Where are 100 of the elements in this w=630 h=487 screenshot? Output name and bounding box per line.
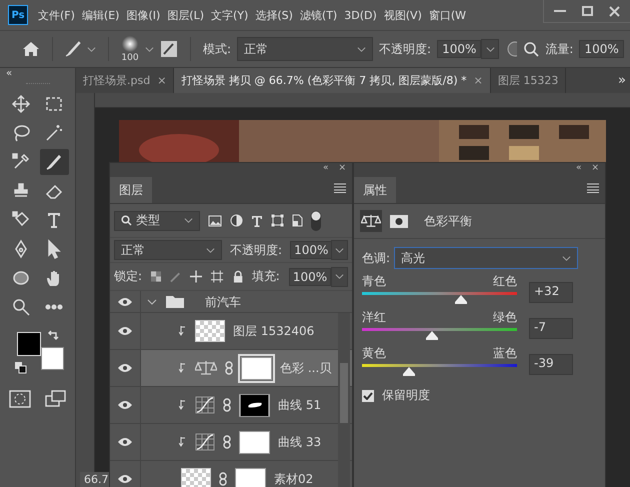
checkbox-label: 保留明度 bbox=[382, 387, 430, 404]
value-field[interactable]: -39 bbox=[529, 354, 573, 374]
screen-mode-icon[interactable] bbox=[44, 390, 66, 408]
expand-caret-icon[interactable] bbox=[147, 298, 157, 306]
caret-icon[interactable] bbox=[87, 46, 96, 52]
menu-item[interactable]: 文件(F) bbox=[38, 8, 75, 22]
layer-thumbnail bbox=[181, 468, 211, 487]
close-button[interactable]: × bbox=[591, 163, 599, 173]
more-icon bbox=[45, 304, 63, 310]
mode-dropdown[interactable]: 正常 bbox=[237, 37, 374, 61]
brush-tip-icon[interactable] bbox=[121, 35, 139, 53]
lock-position-icon[interactable] bbox=[190, 270, 202, 283]
layer-row[interactable]: 色彩 ...贝 bbox=[110, 350, 352, 387]
value-field[interactable]: -7 bbox=[529, 318, 573, 338]
visibility-icon[interactable] bbox=[117, 363, 133, 373]
layer-row[interactable]: 曲线 33 bbox=[110, 424, 352, 461]
visibility-icon[interactable] bbox=[117, 296, 133, 306]
tab-close-button[interactable]: × bbox=[474, 74, 483, 87]
search-icon bbox=[121, 215, 132, 226]
slider-thumb[interactable] bbox=[455, 295, 468, 304]
tool-button[interactable] bbox=[40, 149, 68, 175]
home-icon[interactable] bbox=[22, 41, 40, 57]
close-icon[interactable] bbox=[609, 6, 620, 16]
menu-icon[interactable] bbox=[587, 183, 599, 193]
brush-settings-icon[interactable] bbox=[160, 40, 178, 58]
menu-item[interactable]: 图像(I) bbox=[126, 8, 160, 22]
shape-filter-icon[interactable] bbox=[271, 214, 284, 227]
menu-icon[interactable] bbox=[334, 183, 346, 193]
menu-item[interactable]: 文字(Y) bbox=[211, 8, 248, 22]
lock-pixels-icon[interactable] bbox=[151, 271, 162, 282]
layer-name: 素材02 bbox=[274, 470, 314, 487]
panel-tab[interactable]: 属性 bbox=[354, 177, 396, 203]
caret-icon bbox=[357, 46, 366, 52]
layer-row[interactable]: 图层 1532406 bbox=[110, 313, 352, 350]
filter-toggle[interactable] bbox=[311, 210, 321, 230]
link-icon[interactable] bbox=[223, 435, 231, 449]
scrollbar[interactable] bbox=[338, 313, 350, 487]
menu-item[interactable]: 3D(D) bbox=[344, 8, 377, 22]
visibility-icon[interactable] bbox=[117, 474, 133, 484]
caret-icon[interactable] bbox=[145, 46, 154, 52]
default-colors-icon[interactable] bbox=[14, 362, 26, 374]
visibility-icon[interactable] bbox=[117, 326, 133, 336]
link-icon[interactable] bbox=[223, 398, 231, 412]
mask-thumbnail[interactable] bbox=[239, 430, 270, 454]
opacity-dropdown[interactable] bbox=[331, 240, 348, 260]
quick-mask-icon[interactable] bbox=[8, 390, 30, 408]
menu-item[interactable]: 图层(L) bbox=[167, 8, 204, 22]
layer-row[interactable]: 曲线 51 bbox=[110, 387, 352, 424]
blend-mode-dropdown[interactable]: 正常 bbox=[114, 240, 222, 260]
airbrush-icon[interactable] bbox=[505, 41, 518, 57]
opacity-field[interactable]: 100% bbox=[290, 241, 332, 259]
opacity-field[interactable]: 100% bbox=[437, 40, 482, 58]
curves-icon bbox=[195, 396, 215, 414]
document-tab[interactable]: 打怪场景 拷贝 @ 66.7% (色彩平衡 7 拷贝, 图层蒙版/8) * × bbox=[174, 68, 491, 93]
foreground-color-swatch[interactable] bbox=[16, 332, 40, 356]
fill-dropdown[interactable] bbox=[331, 266, 348, 286]
filter-dropdown[interactable]: 类型 bbox=[114, 210, 200, 230]
layer-name: 前汽车 bbox=[205, 294, 241, 310]
layer-row[interactable]: 前汽车 bbox=[110, 291, 352, 313]
link-icon[interactable] bbox=[219, 472, 227, 486]
visibility-icon[interactable] bbox=[117, 437, 133, 447]
menu-item[interactable]: 选择(S) bbox=[255, 8, 293, 22]
menu-item[interactable]: 滤镜(T) bbox=[300, 8, 338, 22]
slider-thumb[interactable] bbox=[426, 331, 438, 340]
image-filter-icon[interactable] bbox=[208, 214, 222, 226]
brush-icon[interactable] bbox=[65, 41, 81, 57]
checkbox[interactable] bbox=[362, 390, 374, 402]
close-button[interactable]: × bbox=[338, 163, 346, 173]
slider-label: 青色 bbox=[362, 273, 386, 290]
adjustment-filter-icon[interactable] bbox=[230, 214, 243, 227]
smart-object-filter-icon[interactable] bbox=[292, 214, 303, 227]
menu-item[interactable]: 编辑(E) bbox=[82, 8, 120, 22]
mask-thumbnail[interactable] bbox=[235, 468, 266, 487]
tone-dropdown[interactable]: 高光 bbox=[394, 247, 578, 269]
flow-field[interactable]: 100% bbox=[579, 40, 624, 58]
fill-field[interactable]: 100% bbox=[288, 268, 332, 286]
collapse-button[interactable]: « bbox=[576, 163, 582, 173]
slider-thumb[interactable] bbox=[402, 367, 414, 376]
panel-tab[interactable]: 图层 bbox=[110, 177, 152, 203]
type-filter-icon[interactable] bbox=[251, 214, 263, 226]
value-field[interactable]: +32 bbox=[529, 282, 573, 302]
tab-close-button[interactable]: × bbox=[157, 74, 166, 87]
layer-name: 色彩 ...贝 bbox=[280, 360, 332, 376]
visibility-icon[interactable] bbox=[117, 400, 133, 410]
menu-item[interactable]: 窗口(W bbox=[428, 8, 466, 22]
background-color-swatch[interactable] bbox=[40, 347, 64, 370]
maximize-icon[interactable] bbox=[582, 6, 593, 16]
mask-icon[interactable] bbox=[390, 214, 408, 228]
adjustment-button[interactable] bbox=[360, 210, 382, 232]
lock-artboard-icon[interactable] bbox=[211, 270, 224, 283]
search-icon[interactable] bbox=[523, 41, 540, 57]
swap-icon[interactable] bbox=[46, 330, 58, 342]
mask-thumbnail[interactable] bbox=[239, 394, 270, 416]
collapse-button[interactable]: « bbox=[6, 68, 12, 80]
collapse-button[interactable]: « bbox=[322, 163, 328, 173]
lock-icon[interactable] bbox=[232, 270, 243, 283]
link-icon[interactable] bbox=[225, 361, 233, 375]
menu-item[interactable]: 视图(V) bbox=[384, 8, 422, 22]
layer-name: 曲线 33 bbox=[278, 434, 322, 450]
opacity-label: 不透明度: bbox=[230, 242, 282, 258]
